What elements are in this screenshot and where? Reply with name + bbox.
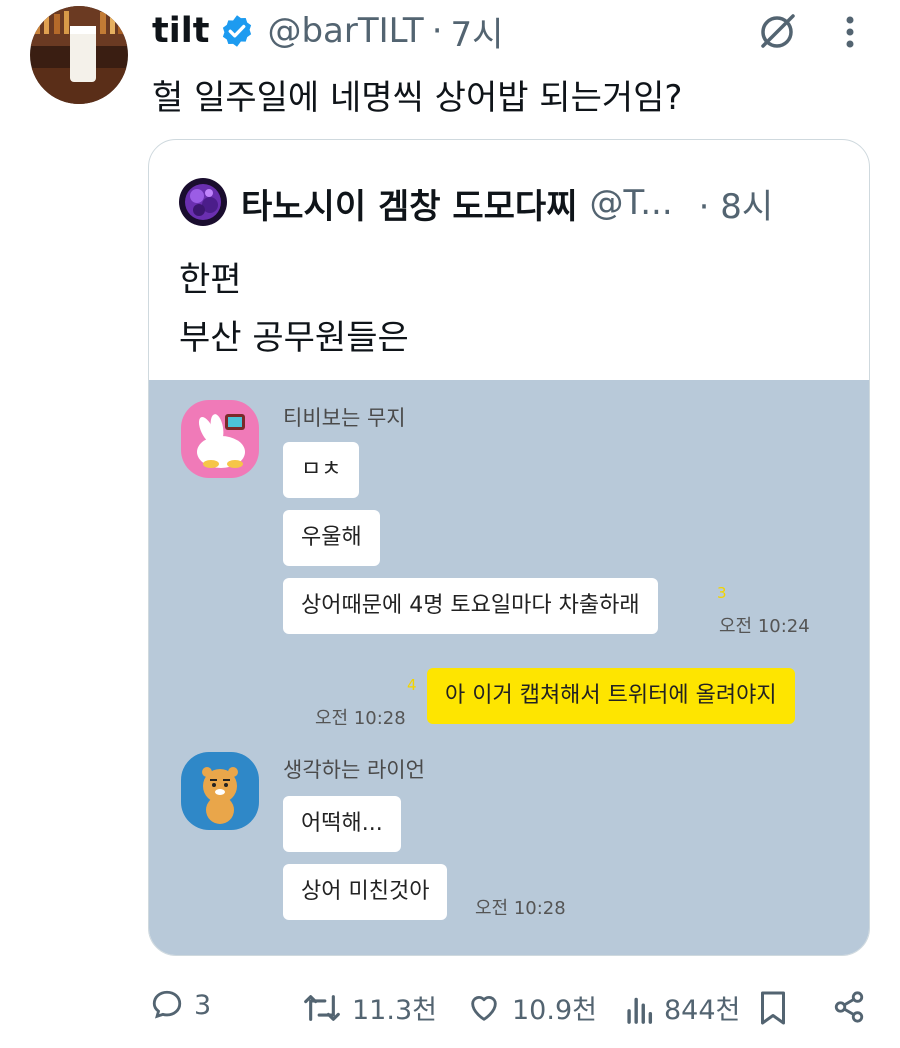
tweet-text: 헐 일주일에 네명씩 상어밥 되는거임?: [152, 78, 683, 118]
verified-badge-icon: [223, 15, 252, 47]
chat-screenshot[interactable]: 티비보는 무지 ㅁㅊ 우울해 상어때문에 4명 토요일마다 차출하래 3 오전 …: [149, 380, 869, 955]
sender-name-ryan: 생각하는 라이언: [283, 758, 425, 782]
message-time: 오전 10:28: [475, 898, 566, 919]
author-handle[interactable]: @barTILT: [267, 11, 423, 51]
heart-icon: [471, 995, 497, 1021]
author-avatar[interactable]: [30, 6, 128, 104]
message-time: 오전 10:28: [315, 708, 406, 729]
quoted-text-line-2: 부산 공무원들은: [179, 318, 409, 358]
author-name[interactable]: tilt: [152, 11, 209, 51]
ryan-avatar: [181, 752, 259, 830]
muzi-avatar: [181, 400, 259, 478]
chat-message: 어떡해...: [283, 796, 401, 852]
quoted-tweet[interactable]: 타노시이 겜창 도모다찌 @T... · 8시 한편 부산 공무원들은 티비보는…: [148, 139, 870, 956]
chat-message: 상어때문에 4명 토요일마다 차출하래: [283, 578, 658, 634]
views-count: 844천: [664, 995, 741, 1026]
tweet-header: tilt @barTILT · 7시: [152, 6, 503, 56]
unread-count: 3: [717, 584, 727, 602]
views-icon: [627, 997, 653, 1024]
like-count: 10.9천: [512, 995, 597, 1026]
retweet-icon: [304, 994, 340, 1021]
bookmark-icon[interactable]: [758, 990, 788, 1026]
views-button[interactable]: 844천: [624, 988, 740, 1027]
retweet-button[interactable]: 11.3천: [302, 988, 437, 1027]
chat-message: 상어 미친것아: [283, 864, 448, 920]
more-options-icon[interactable]: [840, 12, 860, 52]
chat-message: 우울해: [283, 510, 380, 566]
like-button[interactable]: 10.9천: [466, 988, 597, 1027]
reply-count: 3: [194, 989, 212, 1021]
time-separator: ·: [431, 11, 443, 51]
sender-name-muzi: 티비보는 무지: [283, 406, 406, 430]
retweet-count: 11.3천: [352, 995, 437, 1026]
message-time: 오전 10:24: [719, 616, 810, 637]
quoted-author-handle: @T...: [589, 183, 673, 223]
quoted-header: 타노시이 겜창 도모다찌 @T... · 8시: [241, 176, 773, 230]
quoted-author-avatar: [179, 178, 227, 226]
grok-icon[interactable]: [755, 10, 799, 54]
chat-message: ㅁㅊ: [283, 442, 360, 498]
tweet-time[interactable]: 7시: [451, 7, 504, 56]
reply-button[interactable]: 3: [150, 988, 211, 1022]
share-icon[interactable]: [832, 990, 866, 1024]
my-chat-message: 아 이거 캡쳐해서 트위터에 올려야지: [427, 668, 795, 724]
quoted-text-line-1: 한편: [179, 260, 242, 300]
reply-icon: [152, 990, 182, 1019]
quoted-time: · 8시: [698, 186, 774, 227]
quoted-author-name: 타노시이 겜창 도모다찌: [241, 186, 578, 227]
unread-count: 4: [407, 676, 417, 694]
